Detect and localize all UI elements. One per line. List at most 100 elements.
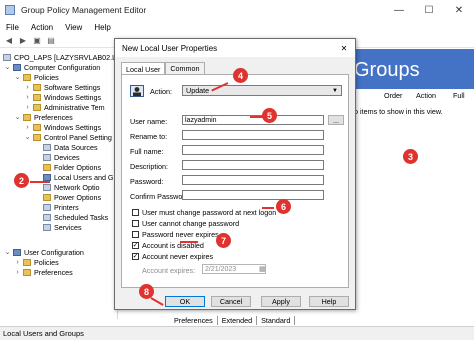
bottom-view-tabs: Preferences Extended Standard	[170, 315, 296, 325]
rename-label: Rename to:	[130, 132, 168, 141]
fullname-label: Full name:	[130, 147, 164, 156]
column-action[interactable]: Action	[416, 91, 436, 101]
callout-badge-6: 6	[276, 199, 291, 214]
expand-icon[interactable]: ›	[14, 269, 21, 276]
data-sources-icon	[43, 143, 51, 151]
confirm-password-field[interactable]	[182, 190, 324, 200]
checkbox-box	[132, 231, 139, 238]
collapse-icon[interactable]: ⌄	[14, 73, 21, 81]
tab-extended[interactable]: Extended	[218, 315, 258, 325]
menu-help[interactable]: Help	[94, 23, 110, 32]
tab-standard[interactable]: Standard	[257, 315, 296, 325]
tree-item-control-panel-settings[interactable]: ⌄ Control Panel Setting	[24, 132, 112, 142]
must-change-password-checkbox[interactable]: User must change password at next logon	[132, 208, 276, 217]
expand-icon[interactable]: ›	[24, 94, 31, 101]
tab-preferences[interactable]: Preferences	[170, 315, 218, 325]
folder-icon	[33, 83, 41, 91]
calendar-icon: ▦	[259, 266, 266, 273]
tree-item-user-preferences[interactable]: › Preferences	[14, 267, 72, 277]
callout-badge-8: 8	[139, 284, 154, 299]
banner-title: Groups	[354, 59, 420, 81]
users-icon	[43, 173, 51, 181]
expand-icon[interactable]: ›	[14, 259, 21, 266]
description-field[interactable]	[182, 160, 324, 170]
tree-item-local-users-and-groups[interactable]: Local Users and G	[43, 172, 114, 182]
account-expires-label: Account expires:	[142, 266, 196, 275]
tree-item-network-options[interactable]: Network Optio	[43, 182, 100, 192]
tree-item-computer-configuration[interactable]: ⌄ Computer Configuration	[4, 62, 101, 72]
expand-icon[interactable]: ›	[24, 84, 31, 91]
status-bar: Local Users and Groups	[0, 326, 474, 340]
collapse-icon[interactable]: ⌄	[14, 113, 21, 121]
checkmark-icon: ✓	[132, 252, 139, 260]
menu-bar: File Action View Help	[0, 20, 474, 34]
menu-action[interactable]: Action	[31, 23, 53, 32]
expand-icon[interactable]: ›	[24, 124, 31, 131]
collapse-icon[interactable]: ⌄	[4, 248, 11, 256]
password-never-expires-checkbox[interactable]: Password never expires	[132, 230, 219, 239]
rename-field[interactable]	[182, 130, 324, 140]
details-pane: Groups Order Action Full o items to show…	[354, 49, 474, 319]
action-select[interactable]: Update ▼	[182, 85, 342, 96]
fullname-field[interactable]	[182, 145, 324, 155]
folder-icon	[23, 73, 31, 81]
collapse-icon[interactable]: ⌄	[24, 133, 31, 141]
account-never-expires-checkbox[interactable]: ✓ Account never expires	[132, 252, 213, 261]
folder-options-icon	[43, 163, 51, 171]
callout-arrow-7	[180, 241, 198, 243]
ok-button[interactable]: OK	[165, 296, 205, 307]
tree-item-scheduled-tasks[interactable]: Scheduled Tasks	[43, 212, 108, 222]
printer-icon	[43, 203, 51, 211]
dialog-title: New Local User Properties	[122, 43, 218, 53]
tree-item-administrative-templates[interactable]: › Administrative Tem	[24, 102, 104, 112]
tree-item-user-policies[interactable]: › Policies	[14, 257, 58, 267]
tree-item-software-settings[interactable]: › Software Settings	[24, 82, 100, 92]
tree-item-preferences[interactable]: ⌄ Preferences	[14, 112, 73, 122]
menu-file[interactable]: File	[6, 23, 19, 32]
tree-item-power-options[interactable]: Power Options	[43, 192, 101, 202]
password-label: Password:	[130, 177, 164, 186]
tree-item-services[interactable]: Services	[43, 222, 82, 232]
folder-icon	[33, 123, 41, 131]
tree-item-folder-options[interactable]: Folder Options	[43, 162, 101, 172]
dialog-close-button[interactable]: ✕	[333, 39, 355, 57]
back-arrow-icon[interactable]: ◀	[4, 36, 14, 46]
tree-item-devices[interactable]: Devices	[43, 152, 80, 162]
close-button[interactable]: ✕	[444, 0, 474, 20]
folder-icon	[23, 113, 31, 121]
browse-user-button[interactable]: ...	[328, 115, 344, 125]
minimize-button[interactable]: —	[384, 0, 414, 20]
dialog-tabs: Local User Common	[121, 62, 205, 75]
user-icon	[13, 248, 21, 256]
tree-item-user-configuration[interactable]: ⌄ User Configuration	[4, 247, 84, 257]
password-field[interactable]	[182, 175, 324, 185]
tree-item-printers[interactable]: Printers	[43, 202, 79, 212]
callout-badge-2: 2	[14, 173, 29, 188]
expand-icon[interactable]: ›	[24, 104, 31, 111]
tree-item-data-sources[interactable]: Data Sources	[43, 142, 98, 152]
cancel-button[interactable]: Cancel	[211, 296, 251, 307]
forward-arrow-icon[interactable]: ▶	[18, 36, 28, 46]
apply-button[interactable]: Apply	[261, 296, 301, 307]
help-button[interactable]: Help	[309, 296, 349, 307]
cannot-change-password-checkbox[interactable]: User cannot change password	[132, 219, 239, 228]
tab-common[interactable]: Common	[165, 62, 205, 74]
tree-item-policies[interactable]: ⌄ Policies	[14, 72, 59, 82]
computer-icon	[13, 63, 21, 71]
column-order[interactable]: Order	[384, 91, 402, 101]
dialog-title-bar: New Local User Properties ✕	[115, 39, 355, 57]
scheduled-tasks-icon	[43, 213, 51, 221]
collapse-icon[interactable]: ⌄	[4, 63, 11, 71]
menu-view[interactable]: View	[65, 23, 82, 32]
folder-icon	[33, 133, 41, 141]
tree-item-root[interactable]: CPO_LAPS [LAZYSRVLAB02.LAZ	[3, 52, 117, 62]
tree-item-windows-settings[interactable]: › Windows Settings	[24, 92, 101, 102]
tree-item-pref-windows-settings[interactable]: › Windows Settings	[24, 122, 101, 132]
checkbox-box	[132, 209, 139, 216]
up-folder-icon[interactable]: ▣	[32, 36, 42, 46]
show-hide-tree-icon[interactable]: ▤	[46, 36, 56, 46]
maximize-button[interactable]: ☐	[414, 0, 444, 20]
column-full[interactable]: Full	[453, 91, 465, 101]
folder-icon	[23, 268, 31, 276]
callout-badge-7: 7	[216, 233, 231, 248]
